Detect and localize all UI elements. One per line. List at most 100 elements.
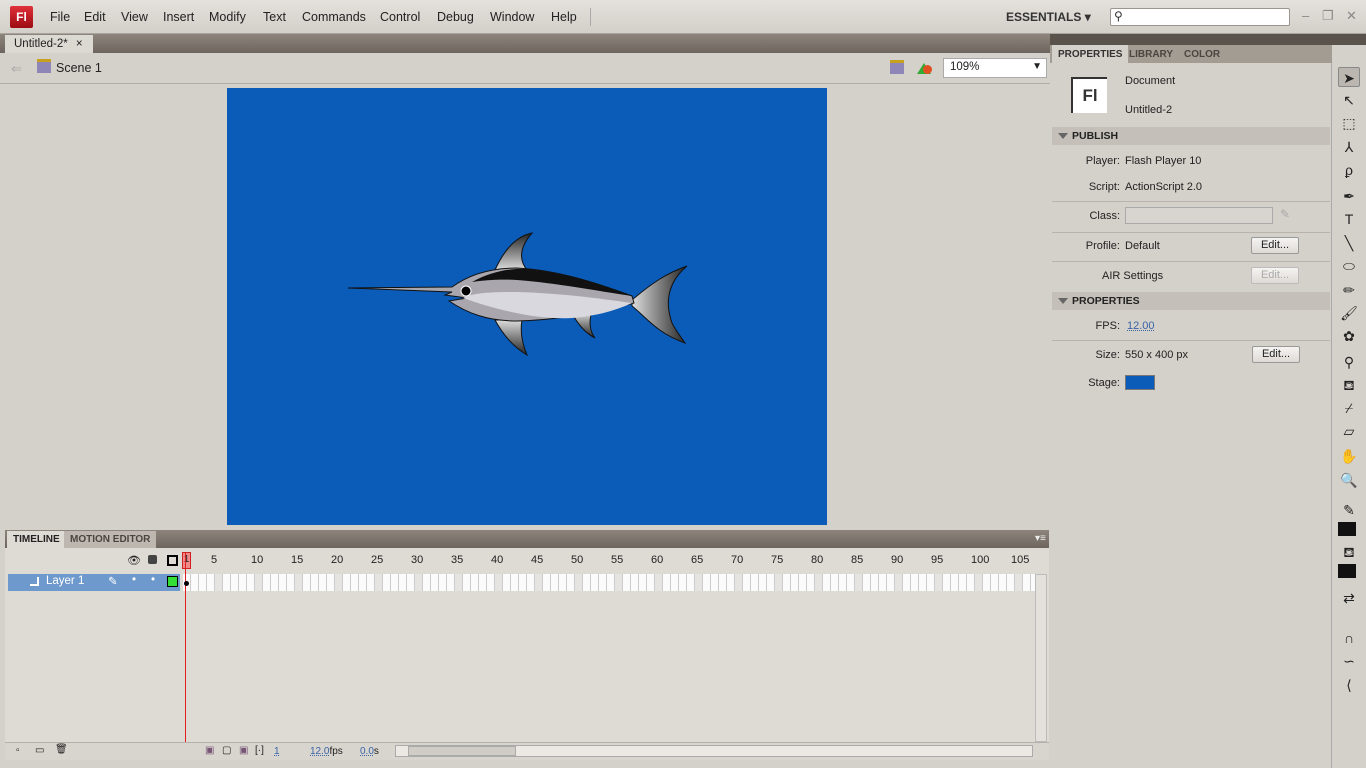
close-window-button[interactable]: ✕: [1346, 8, 1357, 24]
fps-unit: fps: [329, 746, 343, 757]
visibility-dot[interactable]: •: [132, 574, 136, 586]
frame-number: 95: [931, 554, 944, 566]
swordfish-graphic[interactable]: [227, 88, 827, 525]
frame-rate[interactable]: 12.0: [310, 746, 329, 757]
edit-scene-icon[interactable]: [890, 60, 904, 74]
caret-down-icon: ▼: [1032, 61, 1042, 72]
timeline-horizontal-scrollbar[interactable]: [395, 745, 1033, 757]
menu-view[interactable]: View: [121, 10, 148, 24]
menu-control[interactable]: Control: [380, 10, 420, 24]
air-settings-label: AIR Settings: [1102, 270, 1164, 282]
frame-number: 30: [411, 554, 424, 566]
lock-dot[interactable]: •: [151, 574, 155, 586]
restore-button[interactable]: ❐: [1322, 8, 1334, 24]
menu-edit[interactable]: Edit: [84, 10, 106, 24]
bone-tool-icon[interactable]: ⚲: [1338, 352, 1360, 372]
tab-timeline[interactable]: TIMELINE: [7, 531, 66, 548]
deco-tool-icon[interactable]: ✿: [1338, 326, 1360, 346]
timeline-vertical-scrollbar[interactable]: [1035, 574, 1047, 742]
menu-file[interactable]: File: [50, 10, 70, 24]
text-tool-icon[interactable]: T: [1338, 209, 1360, 229]
menu-window[interactable]: Window: [490, 10, 534, 24]
pen-tool-icon[interactable]: ✒: [1338, 186, 1360, 206]
straighten-tool-icon[interactable]: ⟨: [1338, 675, 1360, 695]
frame-strip[interactable]: [183, 574, 1035, 591]
tab-color[interactable]: COLOR: [1178, 45, 1226, 63]
layer-name: Layer 1: [46, 575, 85, 587]
edit-symbols-icon[interactable]: [917, 59, 935, 75]
document-tab[interactable]: Untitled-2* ×: [5, 35, 93, 53]
onion-skin-icon[interactable]: ▣: [205, 745, 214, 756]
show-hide-eye-icon[interactable]: 👁: [127, 554, 141, 567]
layer-color-swatch[interactable]: [167, 576, 178, 587]
profile-label: Profile:: [1085, 240, 1120, 252]
document-tab-label: Untitled-2*: [14, 38, 68, 50]
workspace-switcher[interactable]: ESSENTIALS ▾: [1006, 10, 1091, 24]
fps-value[interactable]: 12.00: [1127, 320, 1155, 332]
back-arrow-icon[interactable]: ⇐: [11, 61, 22, 77]
zoom-tool-icon[interactable]: 🔍: [1338, 470, 1360, 490]
snap-tool-icon[interactable]: ∩: [1338, 628, 1360, 648]
tab-motion-editor[interactable]: MOTION EDITOR: [64, 531, 157, 548]
modify-onion-markers-icon[interactable]: [·]: [255, 745, 264, 756]
search-input[interactable]: ⚲: [1110, 8, 1290, 26]
paint-bucket-tool-icon[interactable]: ⛾: [1338, 375, 1360, 395]
elapsed-time[interactable]: 0.0: [360, 746, 374, 757]
fill-color-swatch[interactable]: [1338, 564, 1356, 578]
lasso-tool-icon[interactable]: ϼ: [1338, 160, 1360, 180]
properties-section-header[interactable]: PROPERTIES: [1052, 292, 1330, 310]
free-transform-tool-icon[interactable]: ⬚: [1338, 113, 1360, 133]
onion-outline-icon[interactable]: ▢: [222, 745, 231, 756]
menu-debug[interactable]: Debug: [437, 10, 474, 24]
tab-properties[interactable]: PROPERTIES: [1052, 45, 1129, 63]
frame-number: 90: [891, 554, 904, 566]
script-label: Script:: [1088, 181, 1120, 193]
3d-rotation-tool-icon[interactable]: ⅄: [1338, 137, 1360, 157]
zoom-select[interactable]: 109% ▼: [943, 58, 1047, 78]
lock-icon[interactable]: [148, 555, 157, 564]
line-tool-icon[interactable]: ╲: [1338, 233, 1360, 253]
new-layer-icon[interactable]: ▫: [16, 745, 20, 756]
outline-icon[interactable]: [167, 555, 178, 566]
playhead-handle[interactable]: 1: [182, 552, 191, 569]
menu-text[interactable]: Text: [263, 10, 286, 24]
hand-tool-icon[interactable]: ✋: [1338, 446, 1360, 466]
smooth-tool-icon[interactable]: ∽: [1338, 651, 1360, 671]
publish-section-header[interactable]: PUBLISH: [1052, 127, 1330, 145]
eyedropper-tool-icon[interactable]: ⌿: [1338, 398, 1360, 418]
class-input[interactable]: [1125, 207, 1273, 224]
subselection-tool-icon[interactable]: ↖: [1338, 90, 1360, 110]
zoom-value: 109%: [950, 61, 980, 73]
eraser-tool-icon[interactable]: ▱: [1338, 421, 1360, 441]
edit-class-pencil-icon[interactable]: ✎: [1280, 207, 1290, 221]
oval-tool-icon[interactable]: ⬭: [1338, 256, 1360, 276]
close-tab-icon[interactable]: ×: [76, 38, 83, 50]
fill-color-tool-icon[interactable]: ⛾: [1338, 542, 1360, 562]
selection-tool-icon[interactable]: ➤: [1338, 67, 1360, 87]
menu-commands[interactable]: Commands: [302, 10, 366, 24]
stage-color-swatch[interactable]: [1125, 375, 1155, 390]
trash-icon[interactable]: 🗑: [55, 744, 68, 755]
brush-tool-icon[interactable]: 🖌: [1338, 303, 1360, 323]
panel-menu-icon[interactable]: ▾≡: [1035, 533, 1046, 544]
pencil-tool-icon[interactable]: ✏: [1338, 280, 1360, 300]
edit-size-button[interactable]: Edit...: [1252, 346, 1300, 363]
swap-colors-tool-icon[interactable]: ⇄: [1338, 588, 1360, 608]
edit-multiple-frames-icon[interactable]: ▣: [239, 745, 248, 756]
stroke-color-swatch[interactable]: [1338, 522, 1356, 536]
stroke-color-tool-icon[interactable]: ✎: [1338, 500, 1360, 520]
current-frame[interactable]: 1: [274, 746, 280, 757]
edit-profile-button[interactable]: Edit...: [1251, 237, 1299, 254]
menu-modify[interactable]: Modify: [209, 10, 246, 24]
menu-insert[interactable]: Insert: [163, 10, 194, 24]
stage[interactable]: [227, 88, 827, 525]
stage-color-label: Stage:: [1088, 377, 1120, 389]
tab-library[interactable]: LIBRARY: [1123, 45, 1179, 63]
menu-help[interactable]: Help: [551, 10, 577, 24]
minimize-button[interactable]: –: [1302, 8, 1309, 23]
layer-row[interactable]: Layer 1 ✎ • •: [8, 574, 180, 591]
keyframe-dot[interactable]: [184, 581, 189, 586]
scene-label: Scene 1: [56, 61, 102, 75]
edit-air-settings-button[interactable]: Edit...: [1251, 267, 1299, 284]
new-folder-icon[interactable]: ▭: [35, 745, 44, 756]
